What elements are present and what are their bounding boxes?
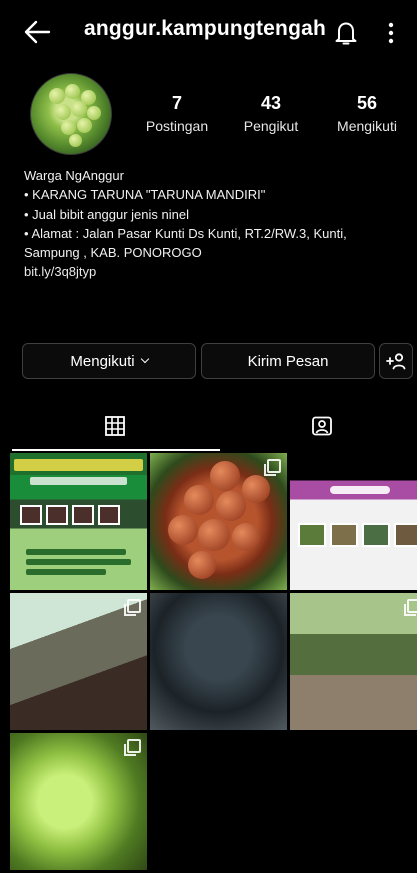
grid-icon[interactable] xyxy=(104,415,126,437)
stat-followers[interactable]: 43 Pengikut xyxy=(238,93,304,134)
carousel-icon xyxy=(264,459,281,476)
post-tile[interactable] xyxy=(150,453,287,590)
grape xyxy=(210,461,240,491)
poster-photo xyxy=(46,505,68,525)
profile-tabs xyxy=(0,405,417,451)
banner-photo xyxy=(330,523,358,547)
grape xyxy=(216,491,246,521)
suggest-people-button[interactable] xyxy=(379,343,413,379)
banner-heading xyxy=(330,486,390,494)
grape xyxy=(198,519,230,551)
stat-posts-count: 7 xyxy=(171,93,182,113)
grape xyxy=(168,515,198,545)
stat-followers-count: 43 xyxy=(260,93,282,113)
bio-line-address: • Alamat : Jalan Pasar Kunti Ds Kunti, R… xyxy=(24,225,347,241)
poster-text xyxy=(26,569,106,575)
top-bar: anggur.kampungtengah xyxy=(0,0,417,64)
following-button[interactable]: Mengikuti xyxy=(22,343,196,379)
poster-photo xyxy=(20,505,42,525)
poster-text xyxy=(26,559,131,565)
bell-icon[interactable] xyxy=(334,20,358,46)
tagged-person-icon[interactable] xyxy=(311,415,333,437)
post-tile[interactable] xyxy=(10,733,147,870)
following-button-label: Mengikuti xyxy=(70,352,135,370)
post-tile[interactable] xyxy=(150,593,287,730)
post-tile[interactable] xyxy=(10,453,147,590)
grape xyxy=(188,551,216,579)
stat-posts[interactable]: 7 Postingan xyxy=(140,93,214,134)
stat-following-label: Mengikuti xyxy=(337,118,397,134)
carousel-icon xyxy=(404,599,417,616)
grape xyxy=(232,523,260,551)
bio-line-product: • Jual bibit anggur jenis ninel xyxy=(24,206,189,222)
poster-title-band xyxy=(14,459,143,471)
more-vertical-icon[interactable] xyxy=(385,20,397,46)
profile-username: anggur.kampungtengah xyxy=(84,17,327,40)
grape xyxy=(184,485,214,515)
profile-avatar[interactable] xyxy=(30,73,112,155)
banner-photo xyxy=(362,523,390,547)
banner-photo xyxy=(298,523,326,547)
post-tile[interactable] xyxy=(290,453,417,590)
chevron-down-icon xyxy=(140,354,149,364)
post-tile[interactable] xyxy=(10,593,147,730)
post-tile[interactable] xyxy=(290,593,417,730)
active-tab-indicator xyxy=(12,449,220,451)
poster-text xyxy=(26,549,126,555)
banner-photo xyxy=(394,523,417,547)
arrow-left-icon[interactable] xyxy=(22,18,52,46)
bio-line-name: Warga NgAnggur xyxy=(24,168,124,183)
bio-link[interactable]: bit.ly/3q8jtyp xyxy=(24,262,404,281)
stat-following-count: 56 xyxy=(356,93,378,113)
stat-followers-label: Pengikut xyxy=(243,118,299,134)
stat-following[interactable]: 56 Mengikuti xyxy=(330,93,404,134)
poster-photo xyxy=(72,505,94,525)
send-message-button[interactable]: Kirim Pesan xyxy=(201,343,375,379)
bio-line-address-2: Sampung , KAB. PONOROGO xyxy=(24,245,202,261)
poster-photo xyxy=(98,505,120,525)
bio-line-organization: • KARANG TARUNA "TARUNA MANDIRI" xyxy=(24,187,266,203)
poster-subtitle-band xyxy=(30,477,127,485)
carousel-icon xyxy=(124,599,141,616)
add-person-icon xyxy=(386,353,406,370)
grape xyxy=(242,475,270,503)
carousel-icon xyxy=(124,739,141,756)
send-message-label: Kirim Pesan xyxy=(247,352,329,370)
stat-posts-label: Postingan xyxy=(145,118,209,134)
profile-bio: Warga NgAnggur • KARANG TARUNA "TARUNA M… xyxy=(24,166,404,282)
